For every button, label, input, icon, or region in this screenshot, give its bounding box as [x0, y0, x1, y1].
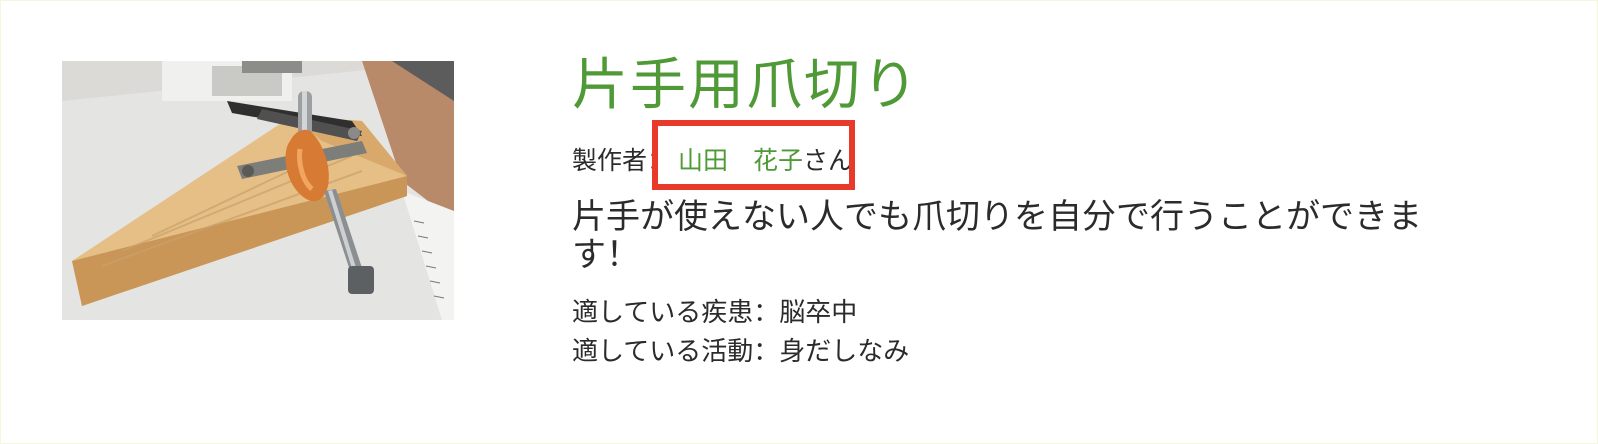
product-card: 片手用爪切り 製作者： 山田 花子さん 片手が使えない人でも爪切りを自分で行うこと… [0, 0, 1598, 444]
disease-label: 適している疾患： [572, 298, 780, 328]
activity-value: 身だしなみ [779, 337, 910, 367]
product-meta: 適している疾患：脳卒中 適している活動：身だしなみ [572, 294, 909, 372]
product-photo[interactable] [62, 61, 454, 320]
activity-row: 適している活動：身だしなみ [572, 333, 909, 372]
highlight-annotation-box [652, 120, 855, 190]
disease-row: 適している疾患：脳卒中 [572, 294, 909, 333]
product-title: 片手用爪切り [572, 53, 920, 118]
product-description: 片手が使えない人でも爪切りを自分で行うことができます！ [572, 197, 1422, 275]
activity-label: 適している活動： [572, 337, 780, 367]
nail-clipper-photo-image [62, 61, 454, 320]
disease-value: 脳卒中 [779, 298, 858, 328]
